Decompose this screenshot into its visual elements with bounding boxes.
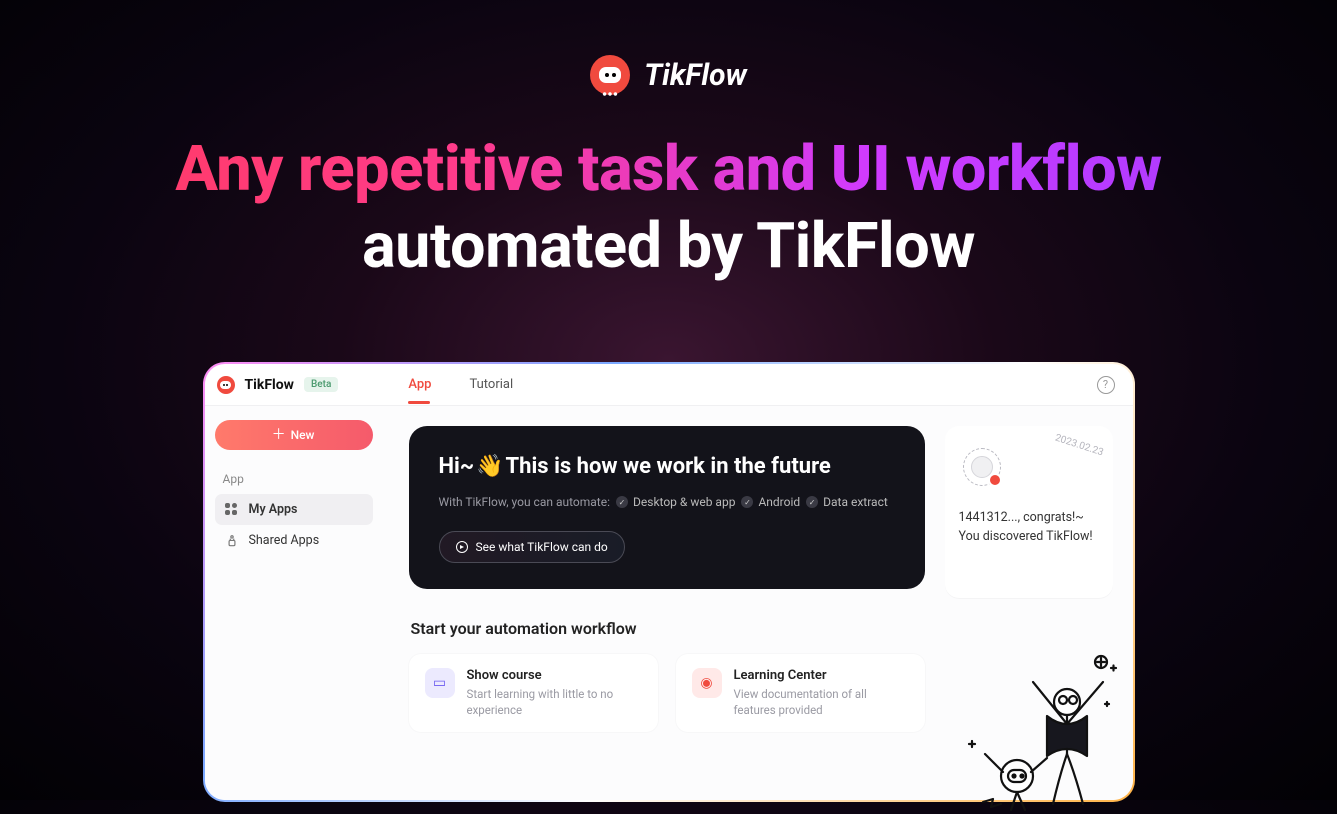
congrats-date: 2023.02.23 <box>1054 433 1105 459</box>
hero-cta-button[interactable]: See what TikFlow can do <box>439 531 625 563</box>
start-card-desc: Start learning with little to no experie… <box>467 686 642 718</box>
app-title: TikFlow <box>245 377 294 393</box>
sidebar-item-label: My Apps <box>249 502 298 517</box>
tab-tutorial[interactable]: Tutorial <box>469 365 513 404</box>
check-icon <box>741 496 753 508</box>
feature-chip: Android <box>741 495 800 509</box>
congrats-line-2: You discovered TikFlow! <box>959 527 1099 546</box>
feature-label: Desktop & web app <box>633 495 735 509</box>
wave-emoji-icon: 👋 <box>476 454 503 479</box>
brand-logo-icon <box>590 55 630 95</box>
hero-title: Hi~ 👋 This is how we work in the future <box>439 454 895 479</box>
start-card-learning-center[interactable]: ◉ Learning Center View documentation of … <box>676 654 925 732</box>
start-card-title: Learning Center <box>734 668 909 683</box>
sidebar-item-my-apps[interactable]: My Apps <box>215 494 373 525</box>
feature-chip: Data extract <box>806 495 888 509</box>
sidebar-section-label: App <box>223 472 373 486</box>
chat-icon: ◉ <box>692 668 722 698</box>
sidebar: ＋ New App My Apps Shared Apps <box>205 406 383 800</box>
feature-label: Data extract <box>823 495 888 509</box>
hero-subtitle-lead: With TikFlow, you can automate: <box>439 495 611 509</box>
beta-badge: Beta <box>304 377 338 392</box>
feature-chip: Desktop & web app <box>616 495 735 509</box>
hero-cta-label: See what TikFlow can do <box>476 540 608 554</box>
headline-line-2: automated by TikFlow <box>0 210 1337 283</box>
check-icon <box>616 496 628 508</box>
brand-name: TikFlow <box>644 58 747 93</box>
book-icon: ▭ <box>425 668 455 698</box>
start-card-title: Show course <box>467 668 642 683</box>
congrats-line-1: 1441312..., congrats!~ <box>959 508 1099 527</box>
hero-card: Hi~ 👋 This is how we work in the future … <box>409 426 925 589</box>
congrats-card: 2023.02.23 1441312..., congrats!~ You di… <box>945 426 1113 598</box>
start-section-title: Start your automation workflow <box>411 619 925 638</box>
headline-line-1: Any repetitive task and UI workflow <box>0 133 1337 206</box>
start-card-desc: View documentation of all features provi… <box>734 686 909 718</box>
play-icon <box>456 541 468 553</box>
new-button-label: New <box>291 428 315 442</box>
hero-title-rest: This is how we work in the future <box>506 454 831 479</box>
help-icon[interactable]: ? <box>1097 376 1115 394</box>
brand-logo: TikFlow <box>0 0 1337 95</box>
new-button[interactable]: ＋ New <box>215 420 373 450</box>
tabs: App Tutorial <box>408 365 513 404</box>
app-logo-icon <box>217 376 235 394</box>
start-card-show-course[interactable]: ▭ Show course Start learning with little… <box>409 654 658 732</box>
check-icon <box>806 496 818 508</box>
feature-label: Android <box>758 495 800 509</box>
share-icon <box>225 534 239 548</box>
headline: Any repetitive task and UI workflow auto… <box>0 133 1337 283</box>
sidebar-item-label: Shared Apps <box>249 533 320 548</box>
hero-subtitle: With TikFlow, you can automate: Desktop … <box>439 495 895 509</box>
plus-icon: ＋ <box>273 429 285 441</box>
hero-title-prefix: Hi~ <box>439 454 475 479</box>
stamp-icon <box>963 448 1001 486</box>
tab-app[interactable]: App <box>408 365 431 404</box>
sidebar-item-shared-apps[interactable]: Shared Apps <box>215 525 373 556</box>
app-window: TikFlow Beta App Tutorial ? ＋ New App My… <box>203 362 1135 802</box>
grid-icon <box>225 503 239 517</box>
topbar: TikFlow Beta App Tutorial ? <box>205 364 1133 406</box>
